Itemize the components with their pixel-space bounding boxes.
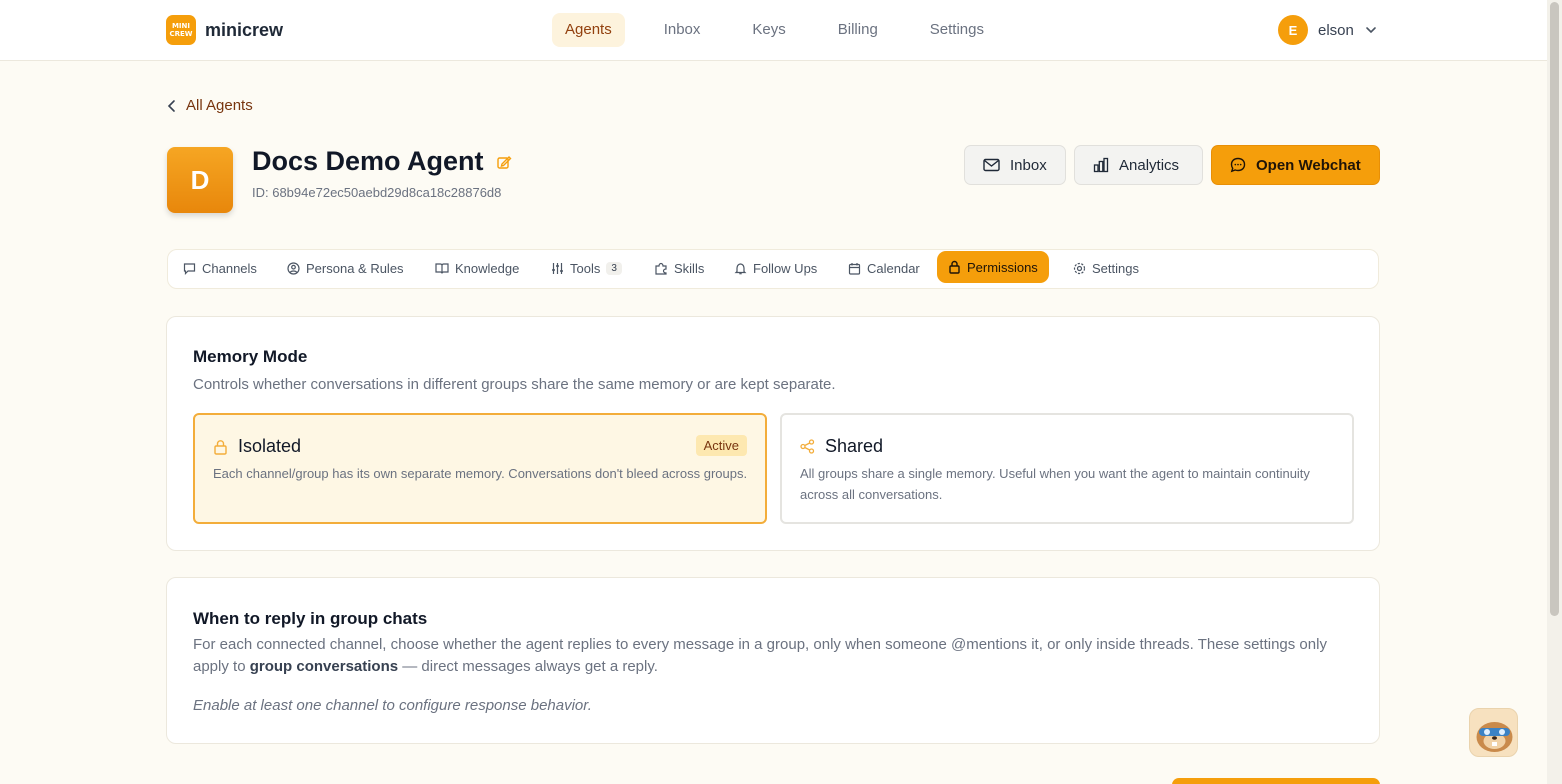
minicrew-logo: MINI CREW <box>166 15 196 45</box>
chevron-left-icon <box>167 99 175 112</box>
group-reply-description: For each connected channel, choose wheth… <box>193 634 1363 678</box>
tab-follow-ups[interactable]: Follow Ups <box>734 251 817 285</box>
save-button-partial[interactable] <box>1172 778 1380 784</box>
tab-skills[interactable]: Skills <box>654 251 704 285</box>
open-webchat-button[interactable]: Open Webchat <box>1211 145 1380 185</box>
assistant-launcher-button[interactable] <box>1469 708 1518 757</box>
tab-label: Skills <box>674 260 705 276</box>
user-avatar: E <box>1278 15 1308 45</box>
chevron-down-icon <box>1366 27 1376 34</box>
tab-label: Permissions <box>967 259 1038 275</box>
group-reply-title: When to reply in group chats <box>193 609 428 628</box>
group-reply-card: When to reply in group chats For each co… <box>166 577 1380 744</box>
tab-settings[interactable]: Settings <box>1073 251 1139 285</box>
memory-mode-description: Controls whether conversations in differ… <box>193 376 836 393</box>
option-header: Isolated <box>213 436 301 457</box>
main-nav: Agents Inbox Keys Billing Settings <box>552 13 1023 47</box>
user-menu[interactable]: E elson <box>1278 15 1378 45</box>
tab-persona-rules[interactable]: Persona & Rules <box>287 251 404 285</box>
memory-option-shared[interactable]: Shared All groups share a single memory.… <box>780 413 1354 524</box>
calendar-icon <box>848 262 861 275</box>
lock-icon <box>214 439 227 455</box>
agent-id: ID: 68b94e72ec50aebd29d8ca18c28876d8 <box>252 185 502 200</box>
share-icon <box>800 439 815 454</box>
mascot-icon <box>1476 722 1513 752</box>
tab-permissions[interactable]: Permissions <box>937 251 1049 283</box>
user-name: elson <box>1318 21 1354 39</box>
scrollbar-thumb[interactable] <box>1550 2 1559 616</box>
tab-label: Calendar <box>867 260 920 276</box>
inbox-button[interactable]: Inbox <box>964 145 1066 185</box>
back-link[interactable]: All Agents <box>166 97 253 114</box>
bell-icon <box>734 262 747 274</box>
tab-label: Settings <box>1092 260 1139 276</box>
memory-mode-card: Memory Mode Controls whether conversatio… <box>166 316 1380 551</box>
tab-label: Channels <box>202 260 257 276</box>
tab-label: Persona & Rules <box>306 260 404 276</box>
tab-label: Knowledge <box>455 260 520 276</box>
description-bold: group conversations <box>249 658 399 675</box>
agent-name: Docs Demo Agent <box>252 146 484 176</box>
book-icon <box>435 262 449 274</box>
gear-icon <box>1073 262 1086 274</box>
tab-tools[interactable]: Tools 3 <box>551 251 622 285</box>
option-title: Isolated <box>238 436 302 456</box>
tab-knowledge[interactable]: Knowledge <box>435 251 519 285</box>
sliders-icon <box>552 262 563 274</box>
tab-label: Tools <box>570 260 601 276</box>
logo-line-2: CREW <box>169 30 193 38</box>
tab-label: Follow Ups <box>753 260 818 276</box>
agent-title: Docs Demo Agent <box>252 146 512 177</box>
puzzle-icon <box>655 262 667 275</box>
nav-item-keys[interactable]: Keys <box>739 13 798 47</box>
brand-name: minicrew <box>205 19 284 40</box>
tools-count-badge: 3 <box>606 261 622 275</box>
open-webchat-label: Open Webchat <box>1256 156 1361 174</box>
agent-avatar: D <box>167 147 233 213</box>
option-description: Each channel/group has its own separate … <box>213 466 748 481</box>
logo-line-1: MINI <box>171 22 191 30</box>
back-link-label: All Agents <box>186 97 253 114</box>
chat-icon <box>183 262 196 275</box>
agent-tabs: Channels Persona & Rules Knowledge Tools… <box>167 249 1379 289</box>
nav-item-agents[interactable]: Agents <box>552 13 625 47</box>
edit-icon[interactable] <box>496 154 512 170</box>
analytics-button[interactable]: Analytics <box>1074 145 1203 185</box>
lock-icon <box>949 260 960 274</box>
nav-item-billing[interactable]: Billing <box>825 13 891 47</box>
brand[interactable]: MINI CREW minicrew <box>166 15 283 45</box>
nav-item-inbox[interactable]: Inbox <box>651 13 714 47</box>
group-reply-note: Enable at least one channel to configure… <box>193 697 592 714</box>
chat-bubble-icon <box>1230 157 1246 173</box>
mail-icon <box>983 158 1000 172</box>
active-badge: Active <box>695 435 747 456</box>
option-header: Shared <box>800 436 883 457</box>
memory-mode-title: Memory Mode <box>193 347 308 366</box>
bar-chart-icon <box>1093 157 1109 173</box>
tab-calendar[interactable]: Calendar <box>848 251 920 285</box>
description-text: — direct messages always get a reply. <box>402 658 658 675</box>
option-description: All groups share a single memory. Useful… <box>800 466 1310 502</box>
tab-channels[interactable]: Channels <box>183 251 257 285</box>
top-nav-bar: MINI CREW minicrew Agents Inbox Keys Bil… <box>0 0 1547 61</box>
option-title: Shared <box>825 436 884 456</box>
user-circle-icon <box>287 261 300 275</box>
inbox-button-label: Inbox <box>1010 156 1047 174</box>
memory-option-isolated[interactable]: Isolated Active Each channel/group has i… <box>193 413 767 524</box>
nav-item-settings[interactable]: Settings <box>917 13 997 47</box>
analytics-button-label: Analytics <box>1119 156 1180 174</box>
